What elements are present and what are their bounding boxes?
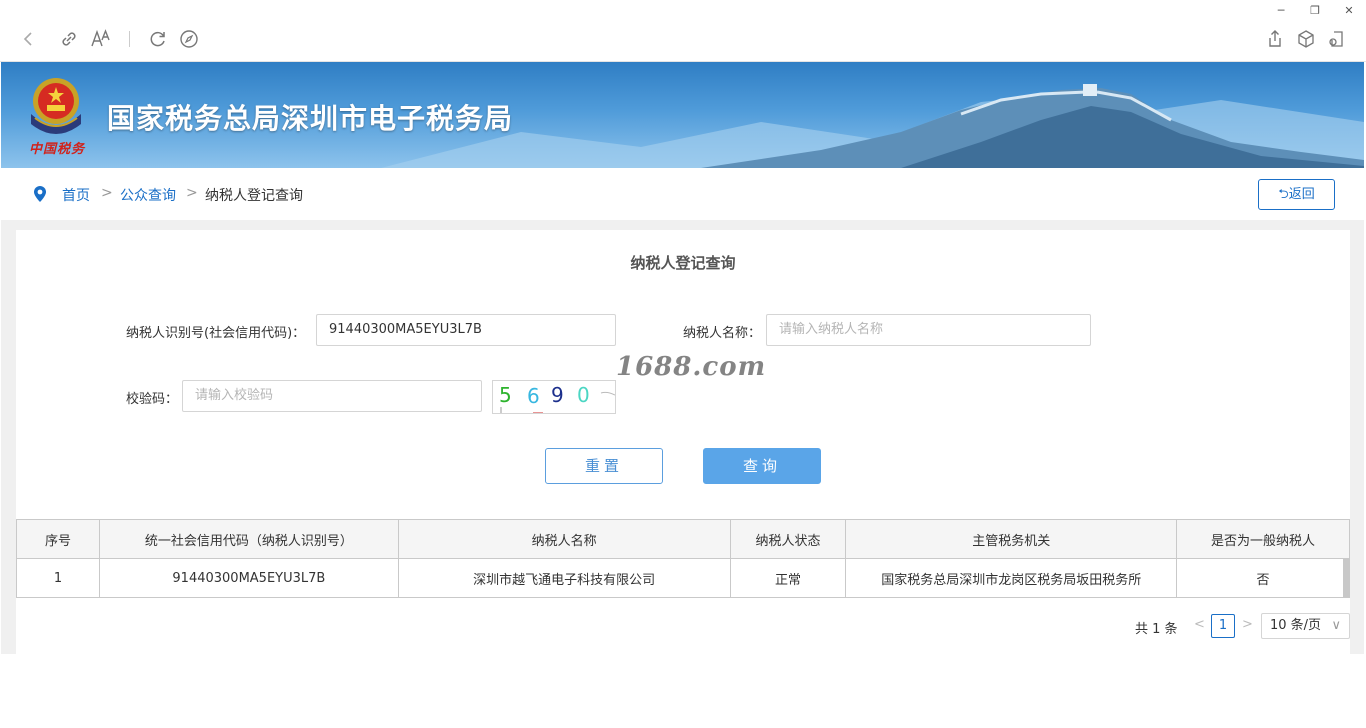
minimize-icon[interactable]: ─ [1271,4,1291,17]
taxpayer-name-input[interactable]: 请输入纳税人名称 [766,314,1091,346]
table-header-row: 序号 统一社会信用代码（纳税人识别号） 纳税人名称 纳税人状态 主管税务机关 是… [16,519,1350,559]
brand-script-logo: 中国税务 [29,142,86,157]
table-cell: 91440300MA5EYU3L7B [98,558,399,598]
pager-total: 共 1 条 [1135,622,1178,637]
captcha-image[interactable]: 5 6 9 0 [492,380,616,414]
captcha-digit: 9 [551,383,564,407]
table-row[interactable]: 1 91440300MA5EYU3L7B 深圳市越飞通电子科技有限公司 正常 国… [16,558,1350,598]
site-title: 国家税务总局深圳市电子税务局 [107,102,514,135]
tax-emblem-icon [31,78,81,134]
table-cell: 国家税务总局深圳市龙岗区税务局坂田税务所 [845,558,1178,598]
breadcrumb-separator: > [186,185,198,201]
captcha-input[interactable]: 请输入校验码 [182,380,482,412]
pager-page-1[interactable]: 1 [1211,614,1235,638]
table-cell: 深圳市越飞通电子科技有限公司 [397,558,731,598]
link-icon[interactable] [58,28,80,50]
breadcrumb-current: 纳税人登记查询 [205,188,303,204]
share-icon[interactable] [1264,28,1286,50]
compass-icon[interactable] [178,28,200,50]
extension-icon[interactable] [1326,28,1348,50]
next-page-icon[interactable]: > [1242,617,1253,632]
chevron-down-icon: ∨ [1331,618,1341,633]
taxpayer-id-input[interactable]: 91440300MA5EYU3L7B [316,314,616,346]
watermark: 1688.com [616,352,767,382]
page-title: 纳税人登记查询 [630,254,736,272]
breadcrumb-home[interactable]: 首页 [62,185,90,205]
query-panel: 纳税人登记查询 纳税人识别号(社会信用代码)： 91440300MA5EYU3L… [16,230,1350,654]
captcha-label: 校验码： [126,392,179,407]
close-icon[interactable]: ✕ [1339,4,1359,17]
toolbar-divider [129,31,130,47]
captcha-digit: 6 [527,384,540,408]
prev-page-icon[interactable]: < [1194,617,1205,632]
table-cell: 正常 [729,558,847,598]
page-size-value: 10 条/页 [1270,618,1322,633]
back-button[interactable]: ⮌返回 [1258,179,1335,210]
reset-button[interactable]: 重置 [545,448,663,484]
column-header: 统一社会信用代码（纳税人识别号） [98,519,399,559]
browser-toolbar: ─ ❐ ✕ [0,0,1366,62]
breadcrumb-separator: > [101,185,113,201]
table-cell: 1 [16,558,100,598]
column-header: 主管税务机关 [845,519,1178,559]
font-size-icon[interactable] [90,28,112,50]
site-banner: 中国税务 国家税务总局深圳市电子税务局 [1,62,1364,168]
column-header: 序号 [16,519,100,559]
query-button[interactable]: 查询 [703,448,821,484]
table-cell: 否 [1176,558,1350,598]
taxpayer-id-label: 纳税人识别号(社会信用代码)： [126,326,306,341]
location-pin-icon [34,186,46,202]
back-icon[interactable] [18,28,40,50]
result-table: 序号 统一社会信用代码（纳税人识别号） 纳税人名称 纳税人状态 主管税务机关 是… [16,519,1350,598]
table-scrollbar[interactable] [1343,559,1350,597]
column-header: 纳税人名称 [397,519,731,559]
refresh-icon[interactable] [147,28,169,50]
page-size-select[interactable]: 10 条/页 ∨ [1261,613,1350,639]
taxpayer-name-label: 纳税人名称： [683,326,762,341]
cube-icon[interactable] [1295,28,1317,50]
breadcrumb-public-query[interactable]: 公众查询 [120,185,176,205]
captcha-digit: 5 [499,383,512,407]
captcha-digit: 0 [577,383,590,407]
column-header: 纳税人状态 [729,519,847,559]
column-header: 是否为一般纳税人 [1176,519,1350,559]
breadcrumb: 首页 > 公众查询 > 纳税人登记查询 ⮌返回 [1,168,1364,220]
restore-icon[interactable]: ❐ [1305,4,1325,17]
